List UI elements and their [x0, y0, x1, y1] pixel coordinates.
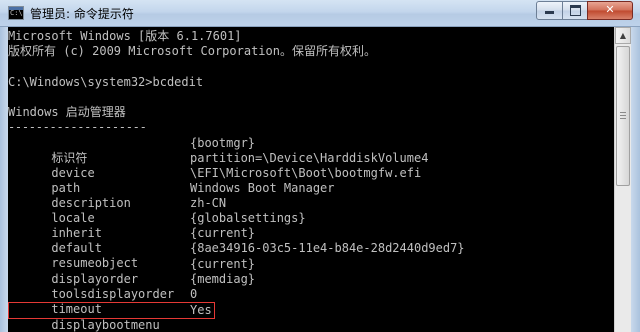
maximize-icon — [569, 5, 581, 16]
entry-row: locale zh-CN — [8, 196, 226, 225]
scrollbar-thumb[interactable] — [616, 46, 630, 186]
entry-row: device partition=\Device\HarddiskVolume4 — [8, 151, 428, 180]
chevron-up-icon: ▲ — [619, 31, 627, 40]
window-frame-right — [631, 27, 640, 332]
vertical-scrollbar[interactable]: ▲ — [614, 27, 631, 332]
entry-value: {bootmgr} — [190, 136, 256, 150]
entry-value: zh-CN — [190, 196, 227, 210]
window-title: 管理员: 命令提示符 — [30, 7, 134, 21]
cmd-app-icon[interactable]: C:\ — [8, 6, 24, 20]
entry-value: Windows Boot Manager — [190, 181, 335, 195]
entry-value: {globalsettings} — [190, 211, 306, 225]
console-output[interactable]: Microsoft Windows [版本 6.1.7601] 版权所有 (c)… — [8, 27, 614, 332]
minimize-button[interactable] — [536, 1, 563, 20]
entry-value: partition=\Device\HarddiskVolume4 — [190, 151, 429, 165]
entry-row: timeout 0 — [8, 287, 197, 316]
entry-row: description Windows Boot Manager — [8, 181, 334, 210]
section-rule: -------------------- — [8, 120, 147, 134]
entry-row: resumeobject {8ae34916-03c5-11e4-b84e-28d… — [8, 241, 464, 270]
cmd-app-icon-label: C:\ — [10, 9, 23, 17]
entry-row: displayorder {current} — [8, 257, 255, 286]
entry-value: {current} — [190, 257, 256, 271]
window-frame-left — [0, 27, 8, 332]
title-bar[interactable]: C:\ 管理员: 命令提示符 ✕ — [0, 0, 640, 27]
close-icon: ✕ — [605, 3, 615, 16]
grip-line — [620, 112, 626, 113]
console-header-line-2: 版权所有 (c) 2009 Microsoft Corporation。保留所有… — [8, 44, 376, 58]
minimize-icon — [545, 11, 554, 14]
entry-value: 0 — [190, 287, 198, 301]
entry-row: path \EFI\Microsoft\Boot\bootmgfw.efi — [8, 166, 421, 195]
scroll-up-button[interactable]: ▲ — [615, 27, 631, 44]
console-header-line-1: Microsoft Windows [版本 6.1.7601] — [8, 29, 242, 43]
section-title: Windows 启动管理器 — [8, 105, 126, 119]
entry-value: {current} — [190, 226, 256, 240]
grip-line — [620, 115, 626, 116]
entry-value: {memdiag} — [190, 272, 256, 286]
entry-row: 标识符 {bootmgr} — [8, 136, 255, 165]
entry-row: toolsdisplayorder {memdiag} — [8, 272, 255, 301]
entry-row: inherit {globalsettings} — [8, 211, 305, 240]
entry-key: displaybootmenu — [51, 318, 160, 332]
grip-line — [620, 118, 626, 119]
entry-value: \EFI\Microsoft\Boot\bootmgfw.efi — [190, 166, 422, 180]
console-prompt: C:\Windows\system32>bcdedit — [8, 75, 204, 89]
entry-value: {8ae34916-03c5-11e4-b84e-28d2440d9ed7} — [190, 241, 465, 255]
close-button[interactable]: ✕ — [587, 1, 633, 20]
entry-row: default {current} — [8, 226, 255, 255]
command-prompt-window: C:\ 管理员: 命令提示符 ✕ Microsoft Windows [版本 6… — [0, 0, 640, 332]
highlight-box — [8, 302, 215, 319]
maximize-button[interactable] — [562, 1, 588, 20]
